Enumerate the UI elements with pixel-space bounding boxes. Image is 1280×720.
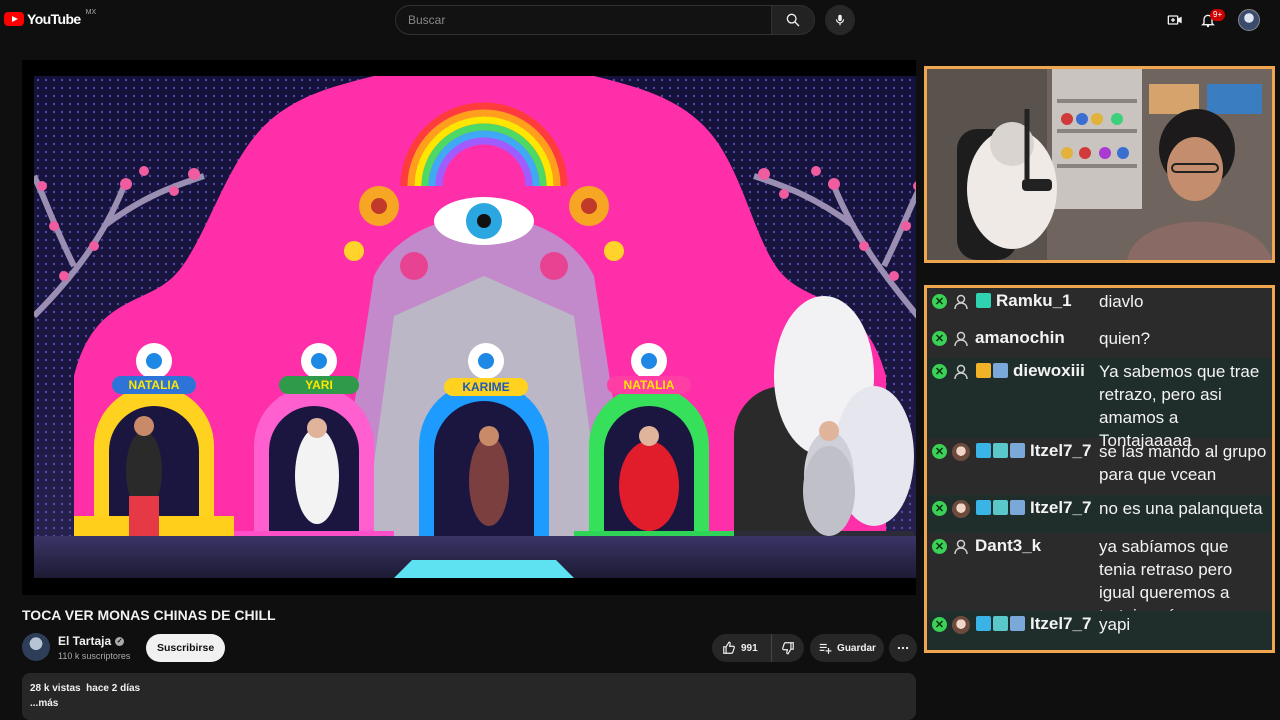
- channel-avatar[interactable]: [22, 633, 50, 661]
- channel-name-row[interactable]: El Tartaja ✓: [58, 634, 125, 648]
- person-icon: [952, 538, 970, 556]
- xbox-icon: ✕: [932, 501, 947, 516]
- crown-badge-icon: [976, 363, 991, 378]
- like-button[interactable]: 991: [712, 634, 772, 662]
- subscriber-count: 110 k suscriptores: [58, 651, 131, 661]
- video-frame: NATALIA YARI KARIME NATALIA: [34, 76, 916, 578]
- xbox-icon: ✕: [932, 294, 947, 309]
- bits-badge-icon: [993, 443, 1008, 458]
- save-button[interactable]: Guardar: [810, 634, 884, 662]
- bits-badge-icon: [993, 500, 1008, 515]
- stream-chat-overlay: ✕ Ramku_1 diavlo ✕ amanochin quien? ✕ diewoxiii…: [924, 285, 1275, 653]
- verified-check-icon: ✓: [115, 636, 125, 646]
- notification-count-badge: 9+: [1210, 9, 1226, 21]
- bits-badge-icon: [993, 616, 1008, 631]
- voice-search-button[interactable]: [825, 5, 855, 35]
- video-title: TOCA VER MONAS CHINAS DE CHILL: [22, 607, 276, 623]
- description-meta: 28 k vistas hace 2 días: [30, 683, 908, 694]
- chat-message: ✕ Itzel7_7 no es una palanqueta: [927, 495, 1272, 533]
- chat-message: ✕ amanochin quien?: [927, 325, 1272, 358]
- stage-scene: NATALIA YARI KARIME NATALIA: [34, 76, 916, 578]
- chat-badges: [976, 363, 1008, 378]
- search-bar: [395, 5, 815, 35]
- youtube-play-icon: [4, 12, 24, 26]
- chat-message: ✕ Itzel7_7 yapi: [927, 611, 1272, 650]
- top-bar: YouTube MX 9+: [0, 0, 1280, 40]
- search-icon: [786, 13, 800, 27]
- chat-message: ✕ Itzel7_7 se las mando al grupo para que …: [927, 438, 1272, 495]
- microphone-icon: [835, 14, 845, 26]
- chat-username: Ramku_1: [996, 291, 1072, 310]
- chat-username: Itzel7_7: [1030, 441, 1092, 460]
- chat-username: Itzel7_7: [1030, 498, 1092, 517]
- sign-label-4: NATALIA: [624, 378, 675, 392]
- chat-user-avatar: [952, 500, 970, 518]
- xbox-icon: ✕: [932, 364, 947, 379]
- streamer-webcam: [924, 66, 1275, 263]
- xbox-icon: ✕: [932, 444, 947, 459]
- more-horizontal-icon: [897, 646, 909, 650]
- chat-username: diewoxiii: [1013, 361, 1085, 380]
- webcam-scene: [927, 69, 1272, 260]
- tool-badge-icon: [976, 616, 991, 631]
- save-label: Guardar: [837, 642, 876, 654]
- xbox-icon: ✕: [932, 331, 947, 346]
- subscribe-button[interactable]: Suscribirse: [146, 634, 226, 662]
- chat-username: Itzel7_7: [1030, 614, 1092, 633]
- chat-user-avatar: [952, 616, 970, 634]
- like-dislike-group: 991: [712, 634, 804, 662]
- logo-text: YouTube: [27, 11, 81, 27]
- playlist-add-icon: [819, 643, 832, 654]
- sticker-badge-icon: [1010, 500, 1025, 515]
- xbox-icon: ✕: [932, 539, 947, 554]
- xbox-icon: ✕: [932, 617, 947, 632]
- chat-text: diavlo: [1099, 292, 1144, 311]
- chat-text: se las mando al grupo para que vcean: [1099, 442, 1267, 484]
- description-box[interactable]: 28 k vistas hace 2 días ...más: [22, 673, 916, 720]
- person-icon: [952, 293, 970, 311]
- sticker-badge-icon: [1010, 443, 1025, 458]
- more-actions-button[interactable]: [889, 634, 917, 662]
- central-eye: [434, 197, 534, 245]
- logo-country-code: MX: [85, 8, 97, 16]
- sign-label-2: YARI: [305, 378, 333, 392]
- person-icon: [952, 330, 970, 348]
- account-avatar[interactable]: [1238, 9, 1260, 31]
- upload-date: hace 2 días: [86, 683, 141, 694]
- chat-message: ✕ diewoxiii Ya sabemos que trae retrazo, p…: [927, 358, 1272, 450]
- create-button[interactable]: [1165, 10, 1185, 30]
- like-count: 991: [741, 642, 758, 654]
- chat-username: Dant3_k: [975, 536, 1042, 555]
- youtube-logo[interactable]: YouTube MX: [4, 8, 97, 27]
- thumbs-up-icon: [723, 641, 735, 654]
- channel-name[interactable]: El Tartaja: [58, 634, 111, 648]
- chat-username: amanochin: [975, 328, 1065, 347]
- chat-message: ✕ Ramku_1 diavlo: [927, 288, 1272, 325]
- sign-label-3: KARIME: [462, 380, 509, 394]
- video-player[interactable]: NATALIA YARI KARIME NATALIA: [22, 60, 916, 595]
- search-input[interactable]: [395, 5, 771, 35]
- chat-badges: [976, 293, 991, 308]
- sticker-badge-icon: [993, 363, 1008, 378]
- chat-text: no es una palanqueta: [1099, 499, 1263, 518]
- chat-badges: [976, 616, 1025, 631]
- chat-text: quien?: [1099, 329, 1151, 348]
- view-count: 28 k vistas: [30, 683, 81, 694]
- tool-badge-icon: [976, 500, 991, 515]
- sign-label-1: NATALIA: [129, 378, 180, 392]
- teal-badge-icon: [976, 293, 991, 308]
- chat-badges: [976, 443, 1025, 458]
- chat-text: yapi: [1099, 615, 1131, 634]
- tool-badge-icon: [976, 443, 991, 458]
- dislike-button[interactable]: [772, 634, 804, 662]
- person-icon: [952, 363, 970, 381]
- thumbs-down-icon: [782, 642, 794, 655]
- show-more-link[interactable]: ...más: [30, 698, 908, 709]
- chat-badges: [976, 500, 1025, 515]
- create-video-icon: [1167, 15, 1182, 25]
- chat-user-avatar: [952, 443, 970, 461]
- search-button[interactable]: [771, 5, 815, 35]
- sticker-badge-icon: [1010, 616, 1025, 631]
- chat-message: ✕ Dant3_k ya sabíamos que tenia retraso pe…: [927, 533, 1272, 625]
